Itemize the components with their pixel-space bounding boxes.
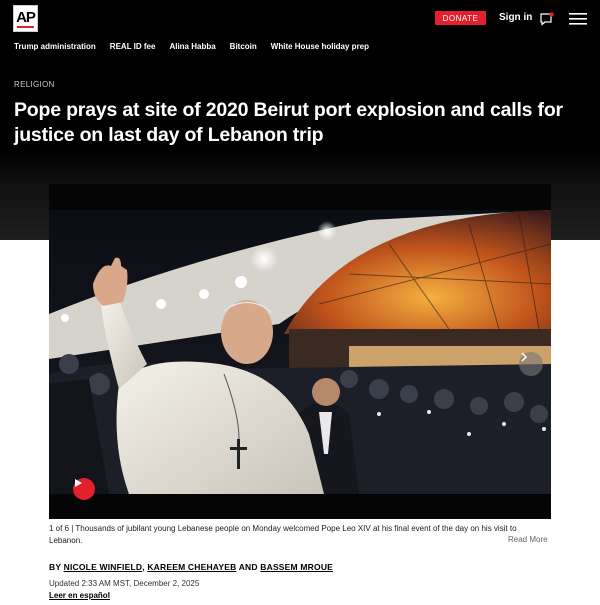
play-button[interactable] <box>73 478 95 500</box>
nav-item-real-id-fee[interactable]: REAL ID fee <box>110 42 156 51</box>
nav-item-bitcoin[interactable]: Bitcoin <box>230 42 257 51</box>
trending-nav: Trump administration REAL ID fee Alina H… <box>14 42 369 51</box>
sign-in-link[interactable]: Sign in <box>499 12 532 23</box>
photo-caption: 1 of 6 | Thousands of jubilant young Leb… <box>49 523 549 547</box>
updated-timestamp: Updated 2:33 AM MST, December 2, 2025 <box>49 579 200 588</box>
read-more-link[interactable]: Read More <box>508 535 548 544</box>
article-headline: Pope prays at site of 2020 Beirut port e… <box>14 99 563 146</box>
byline-and: AND <box>238 562 258 572</box>
photo-gallery[interactable] <box>49 184 551 519</box>
donate-button[interactable]: DONATE <box>435 11 486 25</box>
section-label[interactable]: RELIGION <box>14 80 55 89</box>
nav-item-alina-habba[interactable]: Alina Habba <box>169 42 215 51</box>
byline-prefix: BY <box>49 562 62 572</box>
gallery-counter: 1 of 6 | <box>49 524 74 533</box>
chevron-right-icon <box>521 352 528 362</box>
top-bar: AP DONATE Sign in <box>0 0 600 38</box>
ap-logo[interactable]: AP <box>13 5 38 32</box>
author-link[interactable]: NICOLE WINFIELD <box>64 562 143 572</box>
caption-text: Thousands of jubilant young Lebanese peo… <box>49 524 517 545</box>
author-link[interactable]: BASSEM MROUE <box>260 562 333 572</box>
menu-icon[interactable] <box>569 13 587 25</box>
gallery-photo <box>49 184 551 519</box>
gallery-next-button[interactable] <box>519 352 543 376</box>
play-icon <box>75 479 82 487</box>
spanish-version-link[interactable]: Leer en español <box>49 591 110 600</box>
byline-separator: , <box>142 562 145 572</box>
nav-item-trump-administration[interactable]: Trump administration <box>14 42 96 51</box>
message-icon[interactable] <box>540 12 554 26</box>
nav-item-white-house-holiday-prep[interactable]: White House holiday prep <box>271 42 369 51</box>
byline: BY NICOLE WINFIELD, KAREEM CHEHAYEB AND … <box>49 562 333 572</box>
author-link[interactable]: KAREEM CHEHAYEB <box>147 562 236 572</box>
